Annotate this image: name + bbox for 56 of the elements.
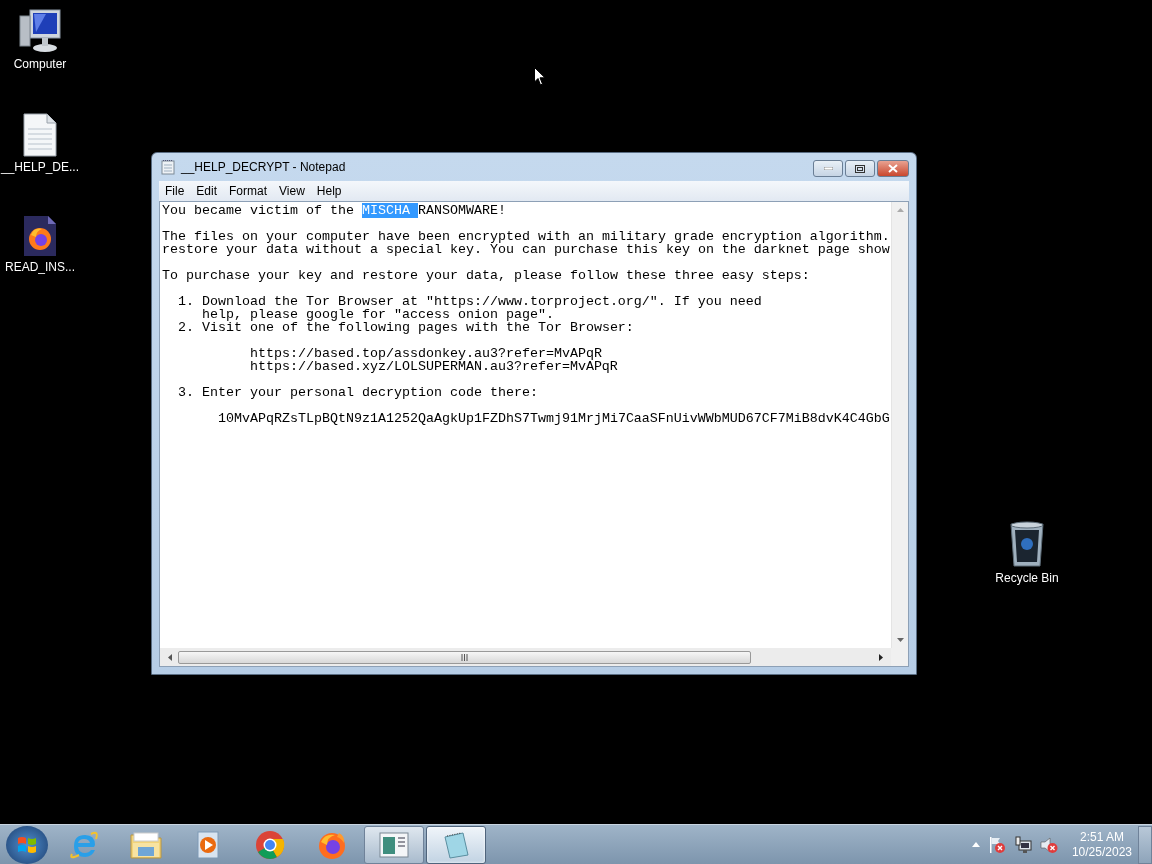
- chrome-icon: [255, 829, 285, 860]
- menu-item[interactable]: Format: [223, 184, 274, 198]
- grip-icon: [461, 653, 468, 661]
- show-hidden-icons-icon[interactable]: [971, 842, 980, 847]
- step-number: 1.: [178, 295, 195, 311]
- notepad-icon: [441, 830, 471, 859]
- computer-icon[interactable]: [16, 8, 64, 54]
- menu-item[interactable]: File: [159, 184, 191, 198]
- desktop-icon-label[interactable]: Recycle Bin: [995, 571, 1059, 585]
- step-number: 2.: [178, 321, 195, 337]
- text-line: To purchase your key and restore your data, please follow these three easy steps:: [162, 269, 811, 282]
- taskbar-button[interactable]: [364, 825, 424, 864]
- vertical-scrollbar[interactable]: [891, 202, 908, 648]
- maximize-button[interactable]: [845, 160, 875, 177]
- text-line: Download the Tor Browser at "https://www.torproject.org/". If you need: [201, 295, 763, 308]
- maximize-icon: [855, 164, 865, 173]
- recycle-bin-icon[interactable]: [1007, 520, 1047, 568]
- minimize-button[interactable]: [813, 160, 843, 177]
- text-line: You became victim of the MISCHA RANSOMWARE!: [162, 204, 507, 217]
- folder-icon: [130, 830, 162, 859]
- url-text: https://based.xyz/LOLSUPERMAN.au3?refer=MvAPqR: [249, 360, 619, 373]
- media-player-icon: [195, 830, 221, 859]
- text-line: Visit one of the following pages with the Tor Browser:: [201, 321, 635, 334]
- step-number: 3.: [178, 386, 195, 399]
- text-file-icon[interactable]: [22, 113, 58, 157]
- window-app-icon: [379, 831, 409, 858]
- menu-item[interactable]: Edit: [190, 184, 224, 198]
- flag-error-icon[interactable]: [987, 835, 1006, 854]
- mouse-pointer-icon: [534, 67, 546, 86]
- speaker-muted-icon[interactable]: [1039, 835, 1058, 854]
- notepad-icon: [161, 159, 175, 175]
- scroll-down-arrow-icon[interactable]: [896, 638, 904, 642]
- text-line: restore your data without a special key. You can purchase this key on the darknet page show: [162, 243, 891, 256]
- close-button[interactable]: [877, 160, 909, 177]
- text-line: The files on your computer have been encrypted with an military grade encryption algorithm.: [162, 230, 891, 243]
- scroll-left-arrow-icon[interactable]: [168, 653, 172, 661]
- desktop-icon-label[interactable]: __HELP_DE...: [1, 160, 80, 174]
- taskbar-button[interactable]: [426, 825, 486, 864]
- menu-item[interactable]: View: [273, 184, 311, 198]
- minimize-icon: [823, 167, 833, 170]
- window-title: __HELP_DECRYPT - Notepad: [181, 160, 347, 174]
- start-button[interactable]: [6, 825, 48, 864]
- horizontal-scrollbar[interactable]: [160, 648, 891, 666]
- url-text: https://based.top/assdonkey.au3?refer=MvAPqR: [249, 347, 602, 360]
- decryption-code: 10MvAPqRZsTLpBQtN9z1A1252QaAgkUp1FZDhS7Twmj91MrjMi7CaaSFnUivWWbMUD67CF7MiB8dvK4C4GbG: [217, 412, 891, 425]
- desktop-icon-label[interactable]: READ_INS...: [5, 260, 75, 274]
- firefox-file-icon[interactable]: [22, 215, 58, 257]
- show-desktop-button[interactable]: [1138, 825, 1152, 864]
- menu-item[interactable]: Help: [310, 184, 348, 198]
- desktop-icon-label[interactable]: Computer: [13, 57, 67, 71]
- network-icon[interactable]: [1013, 835, 1032, 854]
- scroll-right-arrow-icon[interactable]: [879, 653, 883, 661]
- browser-e-icon: [69, 829, 99, 860]
- close-icon: [888, 164, 898, 173]
- text-line: Enter your personal decryption code there:: [201, 386, 539, 399]
- text-line: help, please google for "access onion page".: [201, 308, 554, 321]
